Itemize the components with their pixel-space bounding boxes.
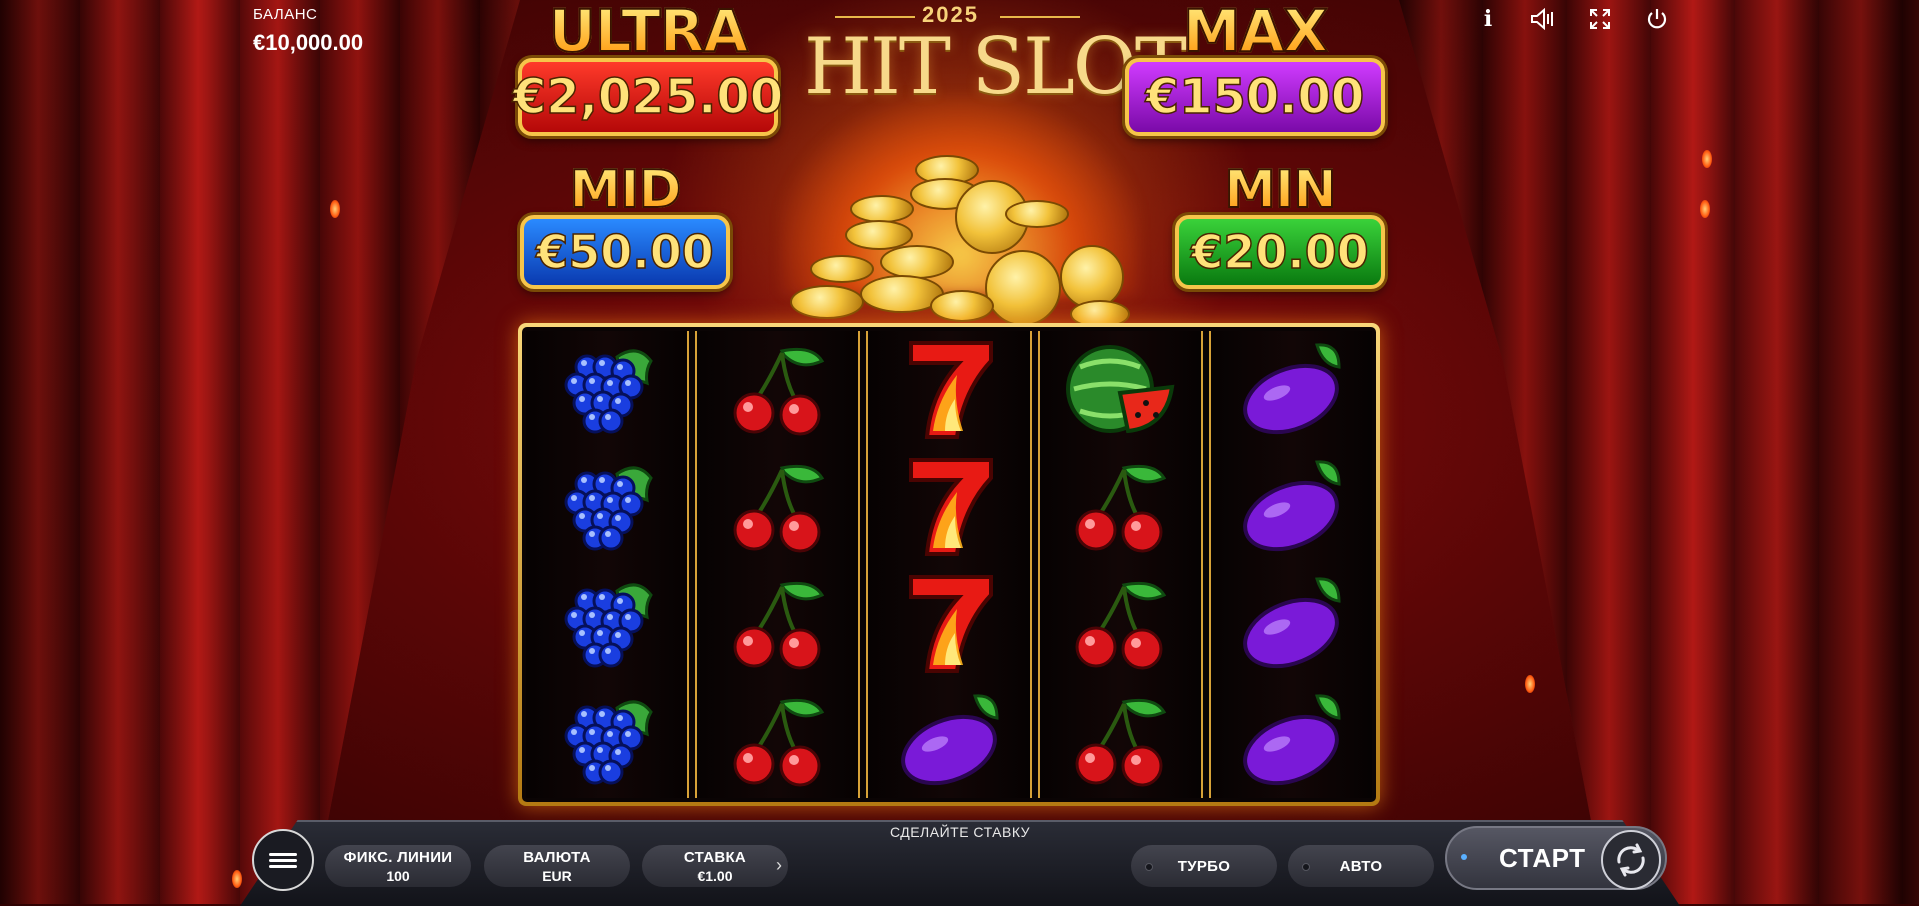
menu-button[interactable]	[252, 829, 314, 891]
coin-pile	[770, 150, 1150, 328]
currency-selector[interactable]: ВАЛЮТА EUR	[484, 845, 630, 887]
currency-value: EUR	[542, 867, 572, 884]
lines-selector[interactable]: ФИКС. ЛИНИИ 100	[325, 845, 471, 887]
jackpot-min-amount: €20.00	[1175, 215, 1385, 289]
seven-icon	[884, 334, 1014, 444]
plum-icon	[1226, 685, 1356, 795]
grapes-icon	[542, 685, 672, 795]
ember	[1700, 200, 1710, 218]
currency-label: ВАЛЮТА	[523, 848, 591, 866]
reel-2	[695, 331, 861, 798]
chevron-right-icon: ›	[776, 855, 782, 875]
auto-toggle[interactable]: АВТО	[1288, 845, 1434, 887]
cherries-icon	[1055, 685, 1185, 795]
plum-icon	[884, 685, 1014, 795]
ember	[1525, 675, 1535, 693]
start-button[interactable]: СТАРТ	[1445, 826, 1667, 890]
grapes-icon	[542, 451, 672, 561]
jackpot-max-amount: €150.00	[1125, 58, 1385, 136]
reels-grid	[522, 327, 1376, 802]
lines-value: 100	[386, 867, 410, 884]
logo-divider	[835, 16, 915, 18]
start-indicator	[1461, 854, 1467, 860]
bet-value: €1.00	[697, 867, 733, 884]
cherries-icon	[713, 451, 843, 561]
auto-indicator	[1302, 863, 1310, 871]
plum-icon	[1226, 451, 1356, 561]
right-curtain	[1399, 0, 1919, 904]
fullscreen-icon[interactable]	[1585, 4, 1615, 34]
jackpot-min-name: MIN	[1175, 163, 1385, 217]
power-icon[interactable]	[1642, 4, 1672, 34]
turbo-indicator	[1145, 863, 1153, 871]
seven-icon	[884, 451, 1014, 561]
cherries-icon	[1055, 451, 1185, 561]
grapes-icon	[542, 334, 672, 444]
grapes-icon	[542, 568, 672, 678]
balance-value: €10,000.00	[253, 30, 364, 55]
jackpot-mid-name: MID	[520, 163, 730, 217]
jackpot-max-name: MAX	[1125, 1, 1385, 61]
plum-icon	[1226, 334, 1356, 444]
turbo-label: ТУРБО	[1177, 857, 1231, 875]
ember	[1702, 150, 1712, 168]
jackpot-ultra: ULTRA €2,025.00	[512, 1, 784, 136]
info-icon[interactable]: i	[1473, 4, 1503, 34]
left-curtain	[0, 0, 520, 904]
jackpot-max: MAX €150.00	[1125, 1, 1385, 136]
sound-icon[interactable]	[1528, 4, 1558, 34]
seven-icon	[884, 568, 1014, 678]
jackpot-mid: MID €50.00	[520, 163, 730, 289]
turbo-toggle[interactable]: ТУРБО	[1131, 845, 1277, 887]
ember	[330, 200, 340, 218]
jackpot-ultra-name: ULTRA	[518, 1, 778, 61]
lines-label: ФИКС. ЛИНИИ	[343, 848, 453, 866]
balance-label: БАЛАНС	[253, 6, 318, 23]
jackpot-min: MIN €20.00	[1175, 163, 1385, 289]
cherries-icon	[713, 334, 843, 444]
cherries-icon	[1055, 568, 1185, 678]
reel-4	[1037, 331, 1203, 798]
cherries-icon	[713, 685, 843, 795]
jackpot-ultra-amount: €2,025.00	[512, 58, 784, 136]
hamburger-icon	[269, 850, 297, 871]
bet-selector[interactable]: СТАВКА €1.00 ›	[642, 845, 788, 887]
plum-icon	[1226, 568, 1356, 678]
spin-icon	[1601, 830, 1661, 890]
cherries-icon	[713, 568, 843, 678]
auto-label: АВТО	[1339, 857, 1383, 875]
bet-label: СТАВКА	[683, 848, 747, 866]
reel-1	[526, 331, 690, 798]
jackpot-mid-amount: €50.00	[520, 215, 730, 289]
start-label: СТАРТ	[1499, 842, 1586, 873]
watermelon-icon	[1055, 334, 1185, 444]
logo-divider	[1000, 16, 1080, 18]
reel-3	[866, 331, 1032, 798]
reel-5	[1208, 331, 1373, 798]
reels-frame	[518, 323, 1380, 806]
